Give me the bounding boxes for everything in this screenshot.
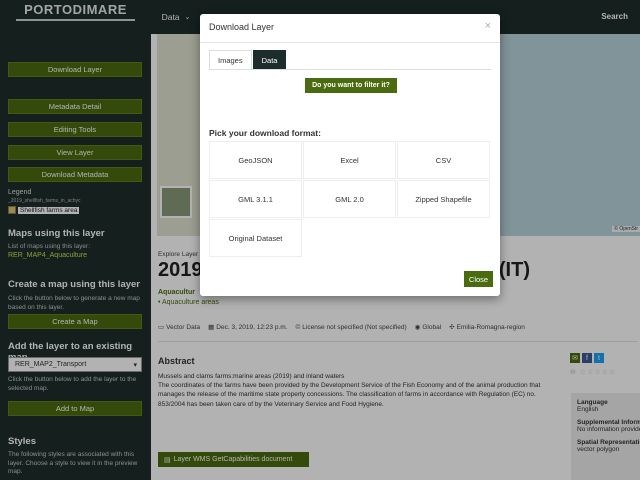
modal-title: Download Layer (209, 22, 275, 32)
format-csv[interactable]: CSV (397, 141, 490, 179)
format-excel[interactable]: Excel (303, 141, 396, 179)
tab-images[interactable]: Images (209, 50, 252, 69)
filter-button[interactable]: Do you want to filter it? (305, 78, 397, 93)
format-gml-2-0[interactable]: GML 2.0 (303, 180, 396, 218)
modal-tabs: Images Data (209, 50, 491, 70)
format-gml-3-1-1[interactable]: GML 3.1.1 (209, 180, 302, 218)
format-original-dataset[interactable]: Original Dataset (209, 219, 302, 257)
tab-data[interactable]: Data (252, 50, 287, 69)
format-heading: Pick your download format: (209, 128, 321, 138)
format-geojson[interactable]: GeoJSON (209, 141, 302, 179)
format-zipped-shapefile[interactable]: Zipped Shapefile (397, 180, 490, 218)
download-layer-modal: Download Layer × Images Data Do you want… (200, 14, 500, 296)
modal-header: Download Layer × (200, 14, 500, 43)
close-button[interactable]: Close (464, 271, 493, 287)
close-icon[interactable]: × (485, 20, 491, 32)
